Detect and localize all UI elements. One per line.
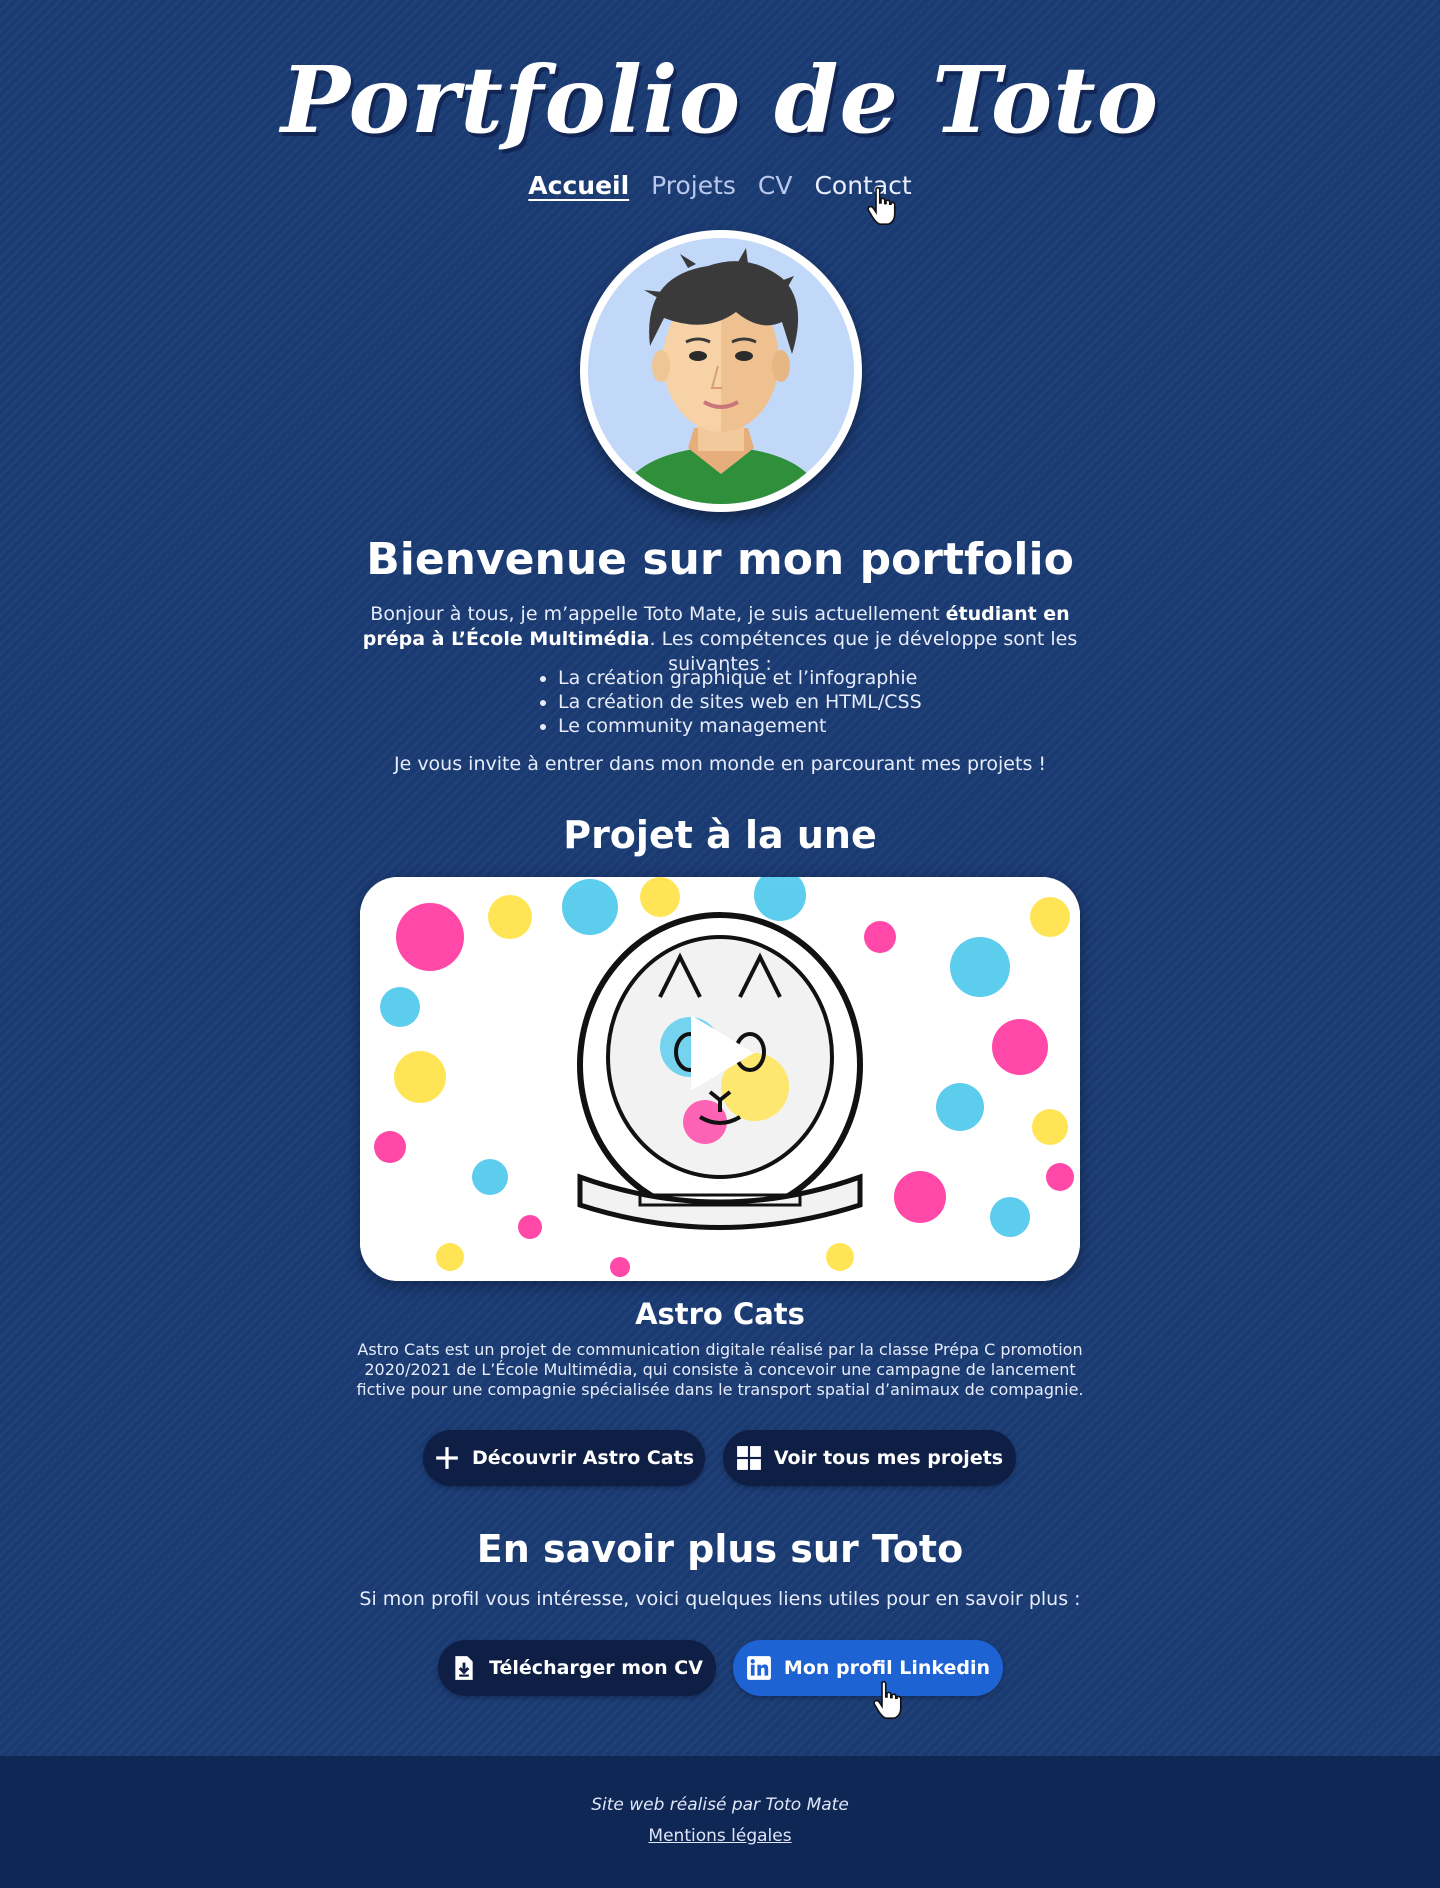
nav-link-projets[interactable]: Projets (651, 171, 736, 200)
plus-icon (436, 1447, 458, 1469)
nav-link-accueil[interactable]: Accueil (528, 171, 629, 200)
download-cv-label: Télécharger mon CV (489, 1657, 703, 1679)
site-footer: Site web réalisé par Toto Mate Mentions … (0, 1756, 1440, 1888)
linkedin-profile-button[interactable]: Mon profil Linkedin (733, 1640, 1003, 1696)
skill-item: Le community management (558, 714, 922, 738)
view-all-projects-button[interactable]: Voir tous mes projets (723, 1430, 1016, 1486)
skill-item: La création graphique et l’infographie (558, 666, 922, 690)
invite-text: Je vous invite à entrer dans mon monde e… (393, 753, 1047, 775)
download-cv-button[interactable]: Télécharger mon CV (438, 1640, 716, 1696)
linkedin-profile-label: Mon profil Linkedin (783, 1657, 991, 1679)
more-text: Si mon profil vous intéresse, voici quel… (359, 1588, 1081, 1610)
skill-item: La création de sites web en HTML/CSS (558, 690, 922, 714)
hand-cursor-icon (873, 1680, 902, 1719)
hand-cursor-icon (867, 186, 896, 225)
avatar-illustration (588, 238, 854, 504)
featured-video[interactable] (360, 877, 1080, 1281)
featured-heading: Projet à la une (563, 813, 877, 857)
skills-list: La création graphique et l’infographie L… (536, 666, 922, 738)
page: Portfolio de Toto Accueil Projets CV Con… (0, 0, 1440, 1756)
project-title: Astro Cats (635, 1297, 805, 1331)
more-heading: En savoir plus sur Toto (476, 1527, 964, 1571)
view-all-projects-label: Voir tous mes projets (773, 1447, 1004, 1469)
intro-text-start: Bonjour à tous, je m’appelle Toto Mate, … (370, 603, 946, 625)
grid-icon (736, 1446, 761, 1470)
avatar (580, 230, 862, 512)
discover-astro-cats-button[interactable]: Découvrir Astro Cats (423, 1430, 705, 1486)
site-title: Portfolio de Toto (280, 46, 1160, 154)
nav-link-contact[interactable]: Contact (814, 171, 911, 200)
linkedin-icon (747, 1656, 771, 1680)
legal-notice-link[interactable]: Mentions légales (0, 1825, 1440, 1847)
welcome-heading: Bienvenue sur mon portfolio (366, 534, 1074, 585)
discover-astro-cats-label: Découvrir Astro Cats (471, 1447, 695, 1469)
file-download-icon (455, 1656, 473, 1680)
footer-credit: Site web réalisé par Toto Mate (591, 1795, 849, 1815)
main-nav: Accueil Projets CV Contact (0, 168, 1440, 204)
nav-link-cv[interactable]: CV (758, 171, 793, 200)
project-description: Astro Cats est un projet de communicatio… (356, 1340, 1084, 1399)
astro-cats-artwork (360, 877, 1080, 1281)
